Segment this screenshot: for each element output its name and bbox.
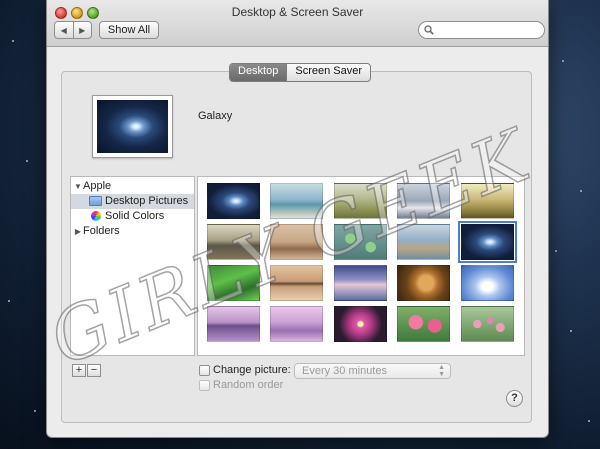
title-bar: Desktop & Screen Saver ◀ ▶ Show All — [47, 0, 548, 47]
thumbnail-lily-pads[interactable] — [334, 224, 387, 260]
thumbnail-elephant[interactable] — [207, 224, 260, 260]
change-picture-label: Change picture: — [213, 364, 291, 376]
source-label: Solid Colors — [105, 210, 165, 222]
folder-icon — [89, 196, 102, 206]
star — [562, 60, 564, 62]
source-item-desktop-pictures[interactable]: Desktop Pictures — [71, 194, 194, 209]
source-group-apple[interactable]: ▼Apple — [71, 179, 196, 194]
star — [580, 190, 582, 192]
star — [570, 330, 572, 332]
remove-folder-button[interactable]: − — [87, 364, 101, 377]
star — [26, 160, 28, 162]
forward-button[interactable]: ▶ — [72, 22, 92, 38]
star — [588, 420, 590, 422]
preferences-window: Desktop & Screen Saver ◀ ▶ Show All Desk… — [46, 0, 549, 438]
random-order-checkbox[interactable] — [199, 380, 210, 391]
star — [8, 300, 10, 302]
disclosure-right-icon[interactable]: ▶ — [73, 224, 83, 239]
search-icon — [424, 25, 434, 35]
search-field[interactable] — [418, 21, 545, 39]
picture-source-list: ▼Apple Desktop Pictures Solid Colors ▶ Fo… — [70, 176, 195, 356]
show-all-button[interactable]: Show All — [99, 21, 159, 39]
back-forward-control: ◀ ▶ — [54, 21, 92, 39]
thumbnail-blue-sky[interactable] — [461, 265, 514, 301]
back-button[interactable]: ◀ — [55, 22, 73, 38]
random-order-label: Random order — [213, 379, 284, 391]
current-picture-name: Galaxy — [198, 110, 233, 122]
thumbnail-green-grass[interactable] — [207, 265, 260, 301]
tab-bar: Desktop Screen Saver — [229, 63, 372, 82]
thumbnail-beach[interactable] — [270, 183, 323, 219]
star — [34, 410, 36, 412]
thumbnail-pink-berries[interactable] — [461, 306, 514, 342]
thumbnail-lotus[interactable] — [334, 306, 387, 342]
galaxy-preview-image — [97, 100, 168, 153]
star — [555, 250, 557, 252]
change-interval-popup[interactable]: Every 30 minutes ▲ ▼ — [294, 363, 451, 379]
interval-value: Every 30 minutes — [302, 365, 387, 377]
thumbnail-galaxy-selected[interactable] — [458, 221, 517, 263]
source-group-folders[interactable]: ▶ Folders — [71, 224, 196, 239]
star — [12, 40, 14, 42]
thumbnail-mountain-pink[interactable] — [207, 306, 260, 342]
thumbnail-pink-flowers[interactable] — [397, 306, 450, 342]
thumbnail-galaxy[interactable] — [207, 183, 260, 219]
search-input[interactable] — [437, 23, 541, 39]
thumbnail-lake-birds[interactable] — [270, 224, 323, 260]
picture-grid — [197, 176, 525, 356]
popup-arrows-icon: ▲ ▼ — [438, 364, 445, 378]
source-item-solid-colors[interactable]: Solid Colors — [71, 209, 194, 224]
source-label: Desktop Pictures — [105, 195, 189, 207]
source-label: Apple — [83, 180, 112, 192]
back-arrow-icon: ◀ — [60, 25, 67, 35]
tab-desktop[interactable]: Desktop — [230, 64, 287, 81]
change-picture-checkbox[interactable] — [199, 365, 210, 376]
thumbnail-grass[interactable] — [334, 183, 387, 219]
thumbnail-fog[interactable] — [397, 183, 450, 219]
add-folder-button[interactable]: + — [72, 364, 86, 377]
forward-arrow-icon: ▶ — [79, 25, 86, 35]
thumbnail-water[interactable] — [397, 224, 450, 260]
thumbnail-sunlit-grass[interactable] — [461, 183, 514, 219]
disclosure-down-icon[interactable]: ▼ — [73, 179, 83, 194]
color-wheel-icon — [91, 211, 101, 221]
current-picture-preview — [92, 95, 173, 158]
source-label: Folders — [83, 225, 120, 237]
thumbnail-purple-mist[interactable] — [270, 306, 323, 342]
thumbnail-lion[interactable] — [397, 265, 450, 301]
thumbnail-island[interactable] — [270, 265, 323, 301]
help-button[interactable]: ? — [506, 390, 523, 407]
window-title: Desktop & Screen Saver — [231, 5, 364, 19]
thumbnail-lake-sky[interactable] — [334, 265, 387, 301]
tab-screen-saver[interactable]: Screen Saver — [286, 64, 370, 81]
